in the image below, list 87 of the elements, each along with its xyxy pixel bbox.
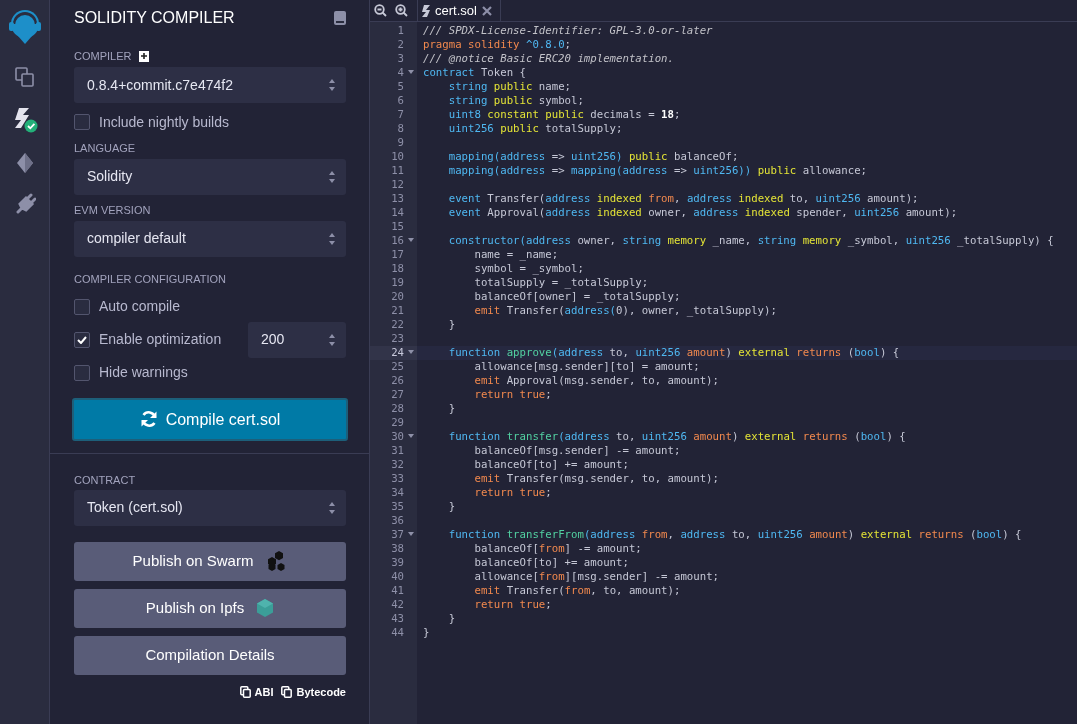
evm-version-select[interactable]: compiler default [74,220,346,257]
code-line: event Approval(address indexed owner, address indexed spender, uint256 amount); [447,206,959,220]
action-button[interactable]: Publish on Ipfs [74,588,346,628]
code-line: } [447,318,457,332]
code-line: } [447,500,457,514]
compiler-select[interactable]: 0.8.4+commit.c7e474f2 [74,67,346,103]
code-line: name = _name; [473,248,560,262]
code-line: string public name; [447,80,572,94]
checkbox-label: Hide warnings [99,364,188,382]
field-label: COMPILER CONFIGURATION [74,272,226,286]
code-line: function transfer(address to, uint256 amount) external returns (bool) { [447,430,907,444]
solidity-file-icon [422,4,430,17]
hexagons-icon [265,551,288,572]
code-line: allowance[msg.sender][to] = amount; [473,360,701,374]
field-label: LANGUAGE [74,141,136,155]
code-line: } [447,612,457,626]
code-line: emit Transfer(address(0), owner, _totalSupply); [473,304,778,318]
panel-title: SOLIDITY COMPILER [74,8,235,28]
sort-arrows-icon [328,332,336,347]
refresh-icon [139,410,158,429]
compile-button[interactable]: Compile cert.sol [72,397,348,441]
sort-arrows-icon [328,500,336,515]
close-icon[interactable] [481,5,492,16]
code-line: uint256 public totalSupply; [447,122,624,136]
zoom-in-icon[interactable] [395,4,408,17]
code-line: mapping(address => uint256) public balanceOf; [447,150,740,164]
checkbox-label: Enable optimization [99,331,223,349]
fold-arrow-icon[interactable] [408,350,414,355]
code-line: return true; [473,388,553,402]
fold-arrow-icon[interactable] [408,70,414,75]
code-line: /// SPDX-License-Identifier: GPL-3.0-or-later [422,24,714,38]
fold-arrow-icon[interactable] [408,532,414,537]
code-line: balanceOf[msg.sender] -= amount; [473,444,682,458]
fold-arrow-icon[interactable] [408,238,414,243]
checkbox[interactable] [74,331,90,348]
copy-icon[interactable] [281,686,293,699]
check-icon [77,335,87,344]
code-line: function transferFrom(address from, address to, uint256 amount) external returns (bool) { [447,528,1023,542]
code-line: uint8 constant public decimals = 18; [447,108,682,122]
hexagon-icon [256,599,275,618]
book-icon[interactable] [334,11,346,25]
code-line: emit Transfer(from, to, amount); [473,584,682,598]
sort-arrows-icon [328,231,336,246]
field-label: EVM VERSION [74,203,151,217]
zoom-out-icon[interactable] [374,4,387,17]
code-line: contract Token { [422,66,527,80]
code-line: } [422,626,431,640]
code-line: event Transfer(address indexed from, address indexed to, uint256 amount); [447,192,920,206]
field-label: COMPILER [74,50,132,63]
code-line: symbol = _symbol; [473,262,585,276]
code-line: balanceOf[to] += amount; [473,556,630,570]
action-button[interactable]: Compilation Details [74,635,346,675]
code-line: balanceOf[to] += amount; [473,458,630,472]
code-line: pragma solidity ^0.8.0; [422,38,572,52]
files-icon[interactable] [13,66,36,88]
copy-link[interactable]: Bytecode [296,685,346,699]
checkbox-label: Include nightly builds [99,114,229,131]
sort-arrows-icon [328,78,336,92]
code-line: constructor(address owner, string memory _name, string memory _symbol, uint256 _totalSupply) { [447,234,1055,248]
code-line: return true; [473,486,553,500]
sort-arrows-icon [328,169,336,184]
code-line: mapping(address => mapping(address => uint256)) public allowance; [447,164,869,178]
field-label: CONTRACT [74,473,137,487]
checkbox[interactable] [74,298,90,315]
plus-icon[interactable] [139,51,150,62]
code-line: balanceOf[owner] = _totalSupply; [473,290,682,304]
language-select[interactable]: Solidity [74,158,346,195]
file-tab[interactable]: cert.sol [417,0,501,22]
runs-field[interactable]: 200 [248,321,346,358]
code-line: totalSupply = _totalSupply; [473,276,650,290]
code-line: string public symbol; [447,94,585,108]
code-line: } [447,402,457,416]
line-number: 24 [370,346,417,360]
copy-icon[interactable] [239,686,251,699]
checkbox[interactable] [74,114,90,131]
code-line: /// @notice Basic ERC20 implementation. [422,52,675,66]
checkbox-label: Auto compile [99,298,180,316]
fold-arrow-icon[interactable] [408,434,414,439]
contract-select[interactable]: Token (cert.sol) [74,489,346,526]
code-line: emit Transfer(msg.sender, to, amount); [473,472,720,486]
code-line: allowance[from][msg.sender] -= amount; [473,570,720,584]
checkbox[interactable] [74,364,90,381]
code-line: emit Approval(msg.sender, to, amount); [473,374,720,388]
code-line: balanceOf[from] -= amount; [473,542,643,556]
copy-link[interactable]: ABI [254,685,274,699]
action-button[interactable]: Publish on Swarm [74,541,346,581]
code-line: return true; [473,598,553,612]
